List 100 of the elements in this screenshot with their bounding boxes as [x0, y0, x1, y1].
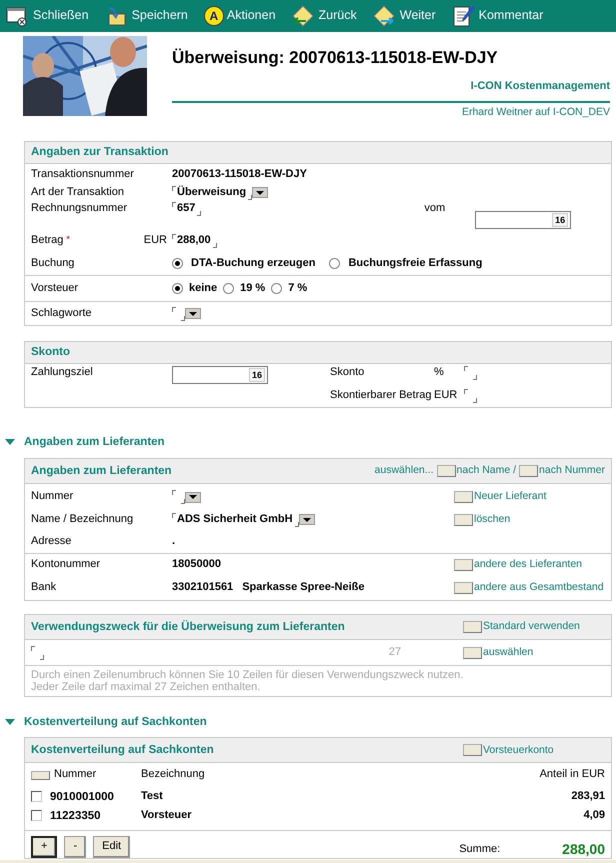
- field-label: Skonto: [330, 366, 366, 380]
- checkbox[interactable]: [31, 791, 42, 802]
- toolbar-button[interactable]: Zurück: [288, 1, 369, 31]
- table-cell: 283,91: [571, 790, 605, 804]
- radio-button[interactable]: [172, 258, 183, 269]
- unit-label: %: [434, 366, 445, 380]
- currency-label: EUR: [144, 234, 167, 248]
- square-button[interactable]: [463, 646, 482, 658]
- panel-heading: Skonto: [31, 345, 70, 360]
- actions-icon: A: [204, 6, 224, 26]
- field-label: Art der Transaktion: [31, 186, 125, 200]
- action-link[interactable]: andere des Lieferanten: [474, 558, 582, 572]
- field-label: Vorsteuer: [31, 282, 80, 296]
- field-value: 3302101561: [172, 581, 234, 595]
- hint-text: Durch einen Zeilenumbruch können Sie 10 Zeilen für diesen Verwendungszweck nutzen. Jeder Zeile darf maximal 27 Zeichen enthalten.: [30, 668, 464, 696]
- table-cell: 4,09: [584, 808, 605, 823]
- date-field[interactable]: 16: [172, 366, 268, 384]
- required-mark: *: [66, 234, 70, 246]
- square-button[interactable]: [519, 465, 538, 477]
- field-value: Sparkasse Spree-Neiße: [242, 581, 364, 595]
- select-label: auswählen...: [374, 464, 434, 478]
- action-link[interactable]: Standard verwenden: [483, 620, 580, 634]
- row-action-button[interactable]: -: [64, 836, 86, 858]
- forward-icon: [372, 5, 397, 27]
- column-header: Nummer: [54, 768, 98, 782]
- inline-edit-field[interactable]: Überweisung: [172, 186, 252, 200]
- inline-edit-field[interactable]: [172, 490, 185, 504]
- character-count: 27: [388, 646, 401, 660]
- action-link[interactable]: auswählen: [483, 646, 534, 660]
- field-value: 20070613-115018-EW-DJY: [172, 168, 307, 182]
- field-label: Skontierbarer Betrag: [330, 389, 432, 403]
- action-link[interactable]: andere aus Gesamtbestand: [474, 581, 604, 595]
- section-title: Kostenverteilung auf Sachkonten: [24, 715, 207, 730]
- dropdown-button[interactable]: [298, 514, 315, 525]
- toolbar-button[interactable]: Weiter: [368, 1, 448, 31]
- panel-heading: Verwendungszweck für die Überweisung zum Lieferanten: [31, 620, 345, 634]
- field-label: Nummer: [31, 490, 74, 504]
- panel-heading: Angaben zur Transaktion: [31, 145, 168, 160]
- square-button[interactable]: [454, 514, 473, 526]
- radio-label: DTA-Buchung erzeugen: [191, 256, 316, 270]
- radio-button[interactable]: [329, 258, 340, 269]
- radio-button[interactable]: [172, 283, 183, 294]
- table-cell: Vorsteuer: [141, 808, 192, 823]
- action-link[interactable]: Neuer Lieferant: [474, 490, 546, 504]
- inline-edit-field[interactable]: [31, 646, 44, 660]
- dropdown-button[interactable]: [185, 492, 201, 502]
- user-info: Erhard Weitner auf I-CON_DEV: [462, 106, 610, 120]
- page-title: Überweisung: 20070613-115018-EW-DJY: [172, 47, 498, 68]
- square-button[interactable]: [454, 491, 473, 503]
- comment-icon: [452, 5, 476, 27]
- dropdown-button[interactable]: [252, 187, 268, 198]
- action-link[interactable]: nach Nummer: [539, 464, 605, 478]
- column-header: Anteil in EUR: [540, 768, 605, 782]
- checkbox[interactable]: [31, 810, 42, 822]
- calendar-button[interactable]: 16: [552, 213, 568, 227]
- action-link[interactable]: Vorsteuerkonto: [483, 744, 554, 757]
- field-label: Schlagworte: [31, 306, 93, 320]
- date-field[interactable]: 16: [475, 211, 572, 229]
- square-button[interactable]: [436, 465, 456, 477]
- inline-edit-field[interactable]: 288,00: [172, 234, 217, 248]
- panel-heading: Kostenverteilung auf Sachkonten: [31, 743, 214, 758]
- toolbar-button[interactable]: A Aktionen: [200, 1, 288, 31]
- collapse-icon[interactable]: [4, 718, 16, 726]
- square-button[interactable]: [463, 621, 482, 633]
- action-link[interactable]: löschen: [474, 512, 510, 526]
- dropdown-button[interactable]: [185, 308, 201, 319]
- calendar-button[interactable]: 16: [248, 368, 265, 382]
- field-label: vom: [424, 202, 446, 216]
- field-label: Buchung: [31, 256, 76, 270]
- inline-edit-field[interactable]: [464, 366, 477, 380]
- section-title: Angaben zum Lieferanten: [24, 434, 165, 450]
- square-button[interactable]: [454, 559, 473, 571]
- radio-button[interactable]: [223, 283, 234, 294]
- unit-label: EUR: [434, 389, 458, 403]
- toolbar-button[interactable]: Speichern: [100, 1, 200, 31]
- panel-heading: Angaben zum Lieferanten: [31, 464, 172, 478]
- row-action-button[interactable]: Edit: [93, 836, 130, 858]
- radio-label: keine: [189, 282, 218, 296]
- field-label: Kontonummer: [31, 558, 102, 572]
- radio-button[interactable]: [271, 283, 282, 294]
- inline-edit-field[interactable]: 657: [172, 202, 202, 216]
- field-label: Name / Bezeichnung: [31, 512, 134, 526]
- square-button[interactable]: [463, 744, 482, 756]
- radio-label: Buchungsfreie Erfassung: [348, 256, 482, 270]
- toolbar-button[interactable]: Kommentar: [448, 1, 556, 31]
- collapse-icon[interactable]: [4, 438, 16, 446]
- radio-label: 19 %: [240, 282, 266, 296]
- field-label: Adresse: [31, 535, 72, 549]
- sort-button[interactable]: [31, 770, 50, 780]
- inline-edit-field[interactable]: [464, 389, 477, 403]
- toolbar-button[interactable]: Schließen: [2, 1, 101, 31]
- inline-edit-field[interactable]: [172, 306, 185, 320]
- action-link[interactable]: nach Name /: [456, 464, 516, 478]
- square-button[interactable]: [454, 582, 473, 594]
- inline-edit-field[interactable]: ADS Sicherheit GmbH: [172, 512, 299, 526]
- row-action-button[interactable]: +: [31, 836, 58, 858]
- sum-label: Summe:: [459, 843, 500, 858]
- field-label: Rechnungsnummer: [31, 202, 128, 216]
- field-label: Betrag: [31, 234, 64, 248]
- field-value: 18050000: [172, 558, 221, 572]
